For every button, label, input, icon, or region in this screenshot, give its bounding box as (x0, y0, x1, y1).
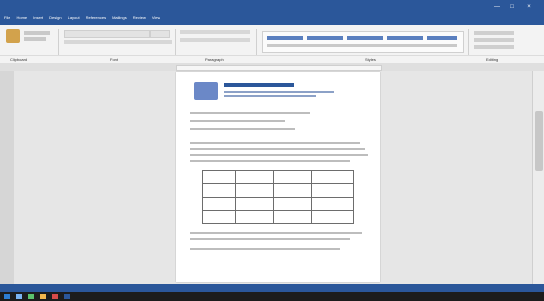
ribbon-separator (468, 29, 469, 57)
text-line (190, 128, 295, 130)
close-button[interactable]: × (522, 3, 536, 11)
select-button[interactable] (474, 45, 514, 49)
search-icon[interactable] (16, 294, 22, 299)
find-button[interactable] (474, 31, 514, 35)
styles-gallery[interactable] (262, 31, 464, 53)
font-name-box[interactable] (64, 30, 150, 38)
tab-list: File Home Insert Design Layout Reference… (4, 16, 160, 20)
style-item-heading2[interactable] (387, 36, 423, 40)
status-bar (0, 284, 544, 292)
word-icon[interactable] (64, 294, 70, 299)
style-item-title[interactable] (427, 36, 457, 40)
maximize-button[interactable]: □ (506, 3, 518, 11)
logo-icon (194, 82, 218, 100)
ribbon-separator (175, 29, 176, 57)
copy-icon[interactable] (24, 37, 46, 41)
taskbar (0, 292, 544, 301)
tab-view[interactable]: View (152, 16, 161, 20)
taskview-icon[interactable] (28, 294, 34, 299)
paragraph-line (190, 154, 368, 156)
font-size-box[interactable] (150, 30, 170, 38)
tab-review[interactable]: Review (133, 16, 146, 20)
tab-file[interactable]: File (4, 16, 10, 20)
document-page[interactable] (176, 72, 380, 282)
paragraph-line (190, 160, 350, 162)
paragraph-row-1[interactable] (180, 30, 250, 34)
group-label-clipboard: Clipboard (10, 58, 28, 62)
replace-button[interactable] (474, 38, 514, 42)
tab-insert[interactable]: Insert (33, 16, 43, 20)
vertical-scrollbar[interactable] (532, 71, 544, 284)
tab-home[interactable]: Home (16, 16, 27, 20)
ribbon-tabs: File Home Insert Design Layout Reference… (0, 14, 544, 25)
title-bar: — □ × (0, 0, 544, 14)
group-label-styles: Styles (365, 58, 376, 62)
font-format-row[interactable] (64, 40, 172, 44)
header-line (224, 95, 316, 97)
tab-layout[interactable]: Layout (68, 16, 80, 20)
explorer-icon[interactable] (40, 294, 46, 299)
paragraph-line (190, 142, 360, 144)
tab-references[interactable]: References (86, 16, 106, 20)
group-label-paragraph: Paragraph (205, 58, 224, 62)
cut-icon[interactable] (24, 31, 50, 35)
paragraph-line (190, 248, 340, 250)
tab-design[interactable]: Design (49, 16, 61, 20)
ribbon-separator (256, 29, 257, 57)
minimize-button[interactable]: — (491, 3, 503, 11)
ribbon-separator (58, 29, 59, 57)
paragraph-row-2[interactable] (180, 38, 250, 42)
style-item-heading1[interactable] (347, 36, 383, 40)
style-item-no-spacing[interactable] (307, 36, 343, 40)
vertical-ruler[interactable] (0, 71, 14, 284)
group-label-font: Font (110, 58, 119, 62)
horizontal-ruler[interactable] (0, 63, 544, 71)
document-header-title (224, 83, 294, 87)
header-line (224, 91, 334, 93)
style-item-normal[interactable] (267, 36, 303, 40)
text-line (190, 120, 285, 122)
paragraph-line (190, 148, 365, 150)
table-hline (203, 197, 353, 198)
tab-mailings[interactable]: Mailings (112, 16, 127, 20)
paste-icon[interactable] (6, 29, 20, 43)
paragraph-line (190, 232, 362, 234)
group-label-editing: Editing (486, 58, 499, 62)
start-icon[interactable] (4, 294, 10, 299)
table-header-row (203, 171, 353, 184)
text-line (190, 112, 310, 114)
scrollbar-thumb[interactable] (535, 111, 543, 171)
table-hline (203, 210, 353, 211)
paragraph-line (190, 238, 350, 240)
styles-gallery-row (267, 44, 457, 47)
browser-icon[interactable] (52, 294, 58, 299)
document-table[interactable] (202, 170, 354, 224)
